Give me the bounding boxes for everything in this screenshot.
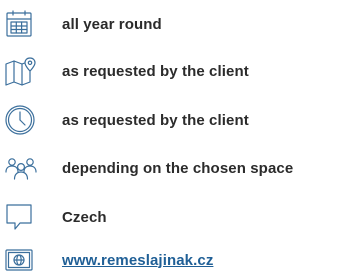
- availability-text: all year round: [62, 15, 162, 33]
- info-row-capacity: depending on the chosen space: [0, 148, 349, 188]
- language-text: Czech: [62, 208, 107, 226]
- people-group-icon: [0, 149, 46, 187]
- clock-icon: [0, 101, 46, 139]
- globe-window-icon: [0, 241, 46, 278]
- info-row-availability: all year round: [0, 4, 349, 44]
- info-row-location: as requested by the client: [0, 51, 349, 91]
- info-row-time: as requested by the client: [0, 100, 349, 140]
- calendar-icon: [0, 5, 46, 43]
- info-row-language: Czech: [0, 197, 349, 237]
- speech-bubble-icon: [0, 198, 46, 236]
- website-link[interactable]: www.remeslajinak.cz: [46, 252, 213, 269]
- capacity-text: depending on the chosen space: [62, 159, 294, 177]
- info-row-website: www.remeslajinak.cz: [0, 240, 349, 278]
- info-list: all year round as requested by the clien…: [0, 0, 349, 278]
- location-text: as requested by the client: [62, 62, 249, 80]
- time-text: as requested by the client: [62, 111, 249, 129]
- map-pin-icon: [0, 52, 46, 90]
